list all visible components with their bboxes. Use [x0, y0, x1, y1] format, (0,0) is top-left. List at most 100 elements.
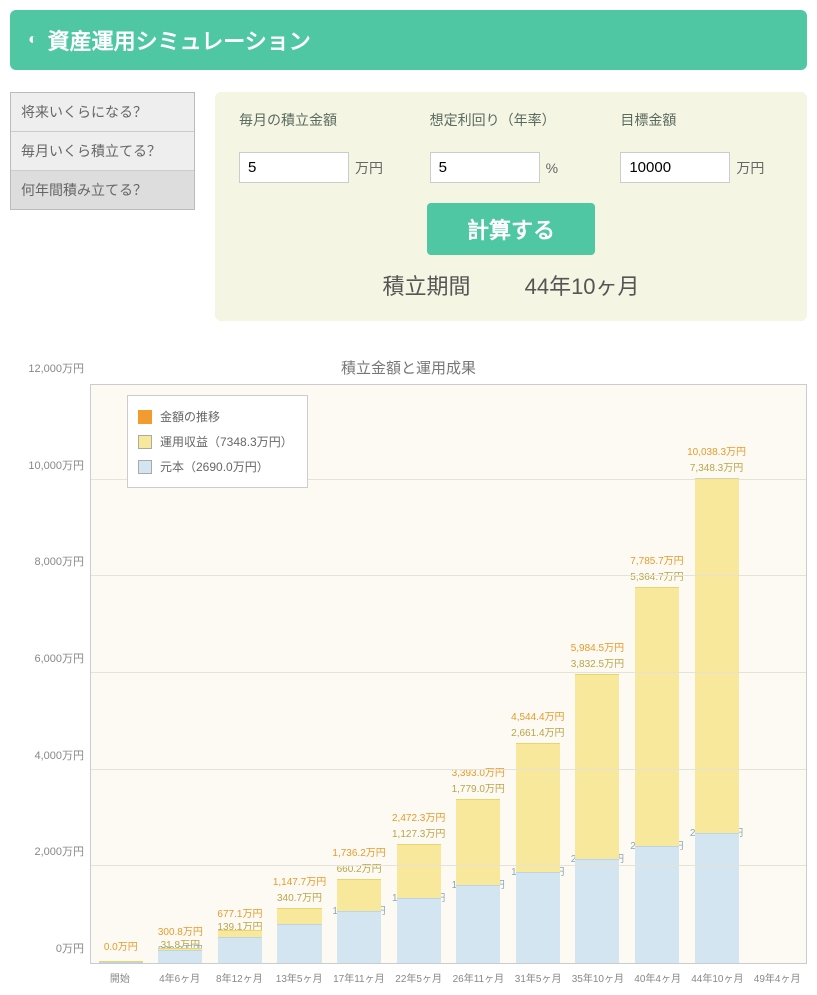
square-icon: [138, 460, 152, 474]
square-icon: [138, 435, 152, 449]
tab-0[interactable]: 将来いくらになる？: [11, 93, 194, 132]
tab-2[interactable]: 何年間積み立てる？: [11, 171, 194, 209]
x-tick: 22年5ヶ月: [389, 964, 449, 985]
field-0: 毎月の積立金額万円: [239, 110, 402, 183]
bar-principal: [516, 872, 560, 963]
bar-principal: [575, 859, 619, 963]
label-total: 0.0万円: [104, 938, 138, 953]
x-axis: 開始4年6ヶ月8年12ヶ月13年5ヶ月17年11ヶ月22年5ヶ月26年11ヶ月3…: [90, 964, 807, 985]
label-gain: 3,832.5万円: [571, 655, 624, 670]
bar-gains: [575, 674, 619, 859]
bar-stack: [635, 587, 679, 963]
page-header: ◐ 資産運用シミュレーション: [10, 10, 807, 70]
simulation-form: 毎月の積立金額万円想定利回り（年率）%目標金額万円 計算する 積立期間 44年1…: [215, 92, 807, 321]
bar-gains: [516, 743, 560, 872]
field-input-2[interactable]: [620, 152, 730, 183]
bar-stack: [337, 879, 381, 963]
x-tick: 49年4ヶ月: [747, 964, 807, 985]
field-unit: %: [546, 160, 558, 176]
plot-area: 金額の推移 運用収益（7348.3万円） 元本（2690.0万円） 0.0万円 3…: [90, 384, 807, 964]
bar-principal: [635, 846, 679, 963]
legend-gains: 運用収益（7348.3万円）: [138, 429, 293, 454]
x-tick: 17年11ヶ月: [329, 964, 389, 985]
bar-stack: [575, 674, 619, 963]
bar-gains: [456, 799, 500, 885]
label-total: 5,984.5万円: [571, 639, 624, 654]
x-tick: 35年10ヶ月: [568, 964, 628, 985]
bar-gains: [695, 478, 739, 833]
mode-tabs: 将来いくらになる？毎月いくら積立てる？何年間積み立てる？: [10, 92, 195, 210]
label-total: 1,736.2万円: [332, 844, 385, 859]
bar-principal: [277, 924, 321, 963]
bar-slot: 1,736.2万円660.2万円1,076.0万円: [329, 385, 389, 963]
bar-stack: [99, 961, 143, 963]
bar-principal: [99, 962, 143, 963]
bar-slot: 7,785.7万円5,364.7万円2,421.0万円: [627, 385, 687, 963]
grid-line: [91, 672, 806, 673]
bar-stack: [397, 844, 441, 963]
chevron-right-icon: ◐: [28, 31, 38, 49]
field-unit: 万円: [355, 158, 383, 178]
bar-principal: [456, 885, 500, 963]
label-total: 10,038.3万円: [687, 443, 746, 458]
bar-gains: [218, 930, 262, 937]
field-label: 目標金額: [620, 110, 783, 130]
x-tick: 13年5ヶ月: [269, 964, 329, 985]
tab-1[interactable]: 毎月いくら積立てる？: [11, 132, 194, 171]
x-tick: 8年12ヶ月: [210, 964, 270, 985]
field-2: 目標金額万円: [620, 110, 783, 183]
legend: 金額の推移 運用収益（7348.3万円） 元本（2690.0万円）: [127, 395, 308, 488]
x-tick: 31年5ヶ月: [508, 964, 568, 985]
bar-slot: 2,472.3万円1,127.3万円1,345.0万円: [389, 385, 449, 963]
result-label: 積立期間: [382, 274, 470, 299]
label-gain: 1,127.3万円: [392, 825, 445, 840]
chart: 積立金額と運用成果 0万円2,000万円4,000万円6,000万円8,000万…: [10, 357, 807, 985]
legend-trend: 金額の推移: [138, 404, 293, 429]
label-total: 2,472.3万円: [392, 809, 445, 824]
bar-principal: [337, 911, 381, 963]
y-tick: 12,000万円: [28, 360, 84, 376]
field-label: 想定利回り（年率）: [430, 110, 593, 130]
field-input-0[interactable]: [239, 152, 349, 183]
chart-title: 積立金額と運用成果: [10, 357, 807, 378]
label-gain: 1,779.0万円: [452, 780, 505, 795]
y-tick: 6,000万円: [34, 650, 84, 666]
bar-gains: [635, 587, 679, 846]
bar-slot: [746, 385, 806, 963]
bar-gains: [277, 908, 321, 924]
bar-slot: 3,393.0万円1,779.0万円1,614.0万円: [448, 385, 508, 963]
x-tick: 44年10ヶ月: [688, 964, 748, 985]
x-tick: 4年6ヶ月: [150, 964, 210, 985]
page-title: 資産運用シミュレーション: [48, 24, 311, 56]
label-gain: 2,661.4万円: [511, 724, 564, 739]
x-tick: 開始: [90, 964, 150, 985]
field-label: 毎月の積立金額: [239, 110, 402, 130]
y-tick: 10,000万円: [28, 457, 84, 473]
x-tick: 26年11ヶ月: [449, 964, 509, 985]
bar-stack: [277, 908, 321, 963]
bar-principal: [695, 833, 739, 963]
bar-slot: 5,984.5万円3,832.5万円2,152.0万円: [568, 385, 628, 963]
bar-stack: [516, 743, 560, 963]
label-total: 7,785.7万円: [630, 552, 683, 567]
grid-line: [91, 575, 806, 576]
label-gain: 7,348.3万円: [690, 459, 743, 474]
y-axis: 0万円2,000万円4,000万円6,000万円8,000万円10,000万円1…: [10, 384, 90, 964]
y-tick: 0万円: [56, 940, 84, 956]
bar-stack: [218, 930, 262, 963]
bar-stack: [456, 799, 500, 963]
bar-gains: [337, 879, 381, 911]
calculate-button[interactable]: 計算する: [427, 203, 595, 255]
field-input-1[interactable]: [430, 152, 540, 183]
bar-principal: [158, 950, 202, 963]
label-total: 3,393.0万円: [452, 764, 505, 779]
bar-principal: [397, 898, 441, 963]
field-1: 想定利回り（年率）%: [430, 110, 593, 183]
grid-line: [91, 865, 806, 866]
square-icon: [138, 410, 152, 424]
grid-line: [91, 769, 806, 770]
bar-slot: 4,544.4万円2,661.4万円1,883.0万円: [508, 385, 568, 963]
bar-principal: [218, 937, 262, 963]
bar-gains: [397, 844, 441, 898]
result-line: 積立期間 44年10ヶ月: [239, 269, 783, 301]
